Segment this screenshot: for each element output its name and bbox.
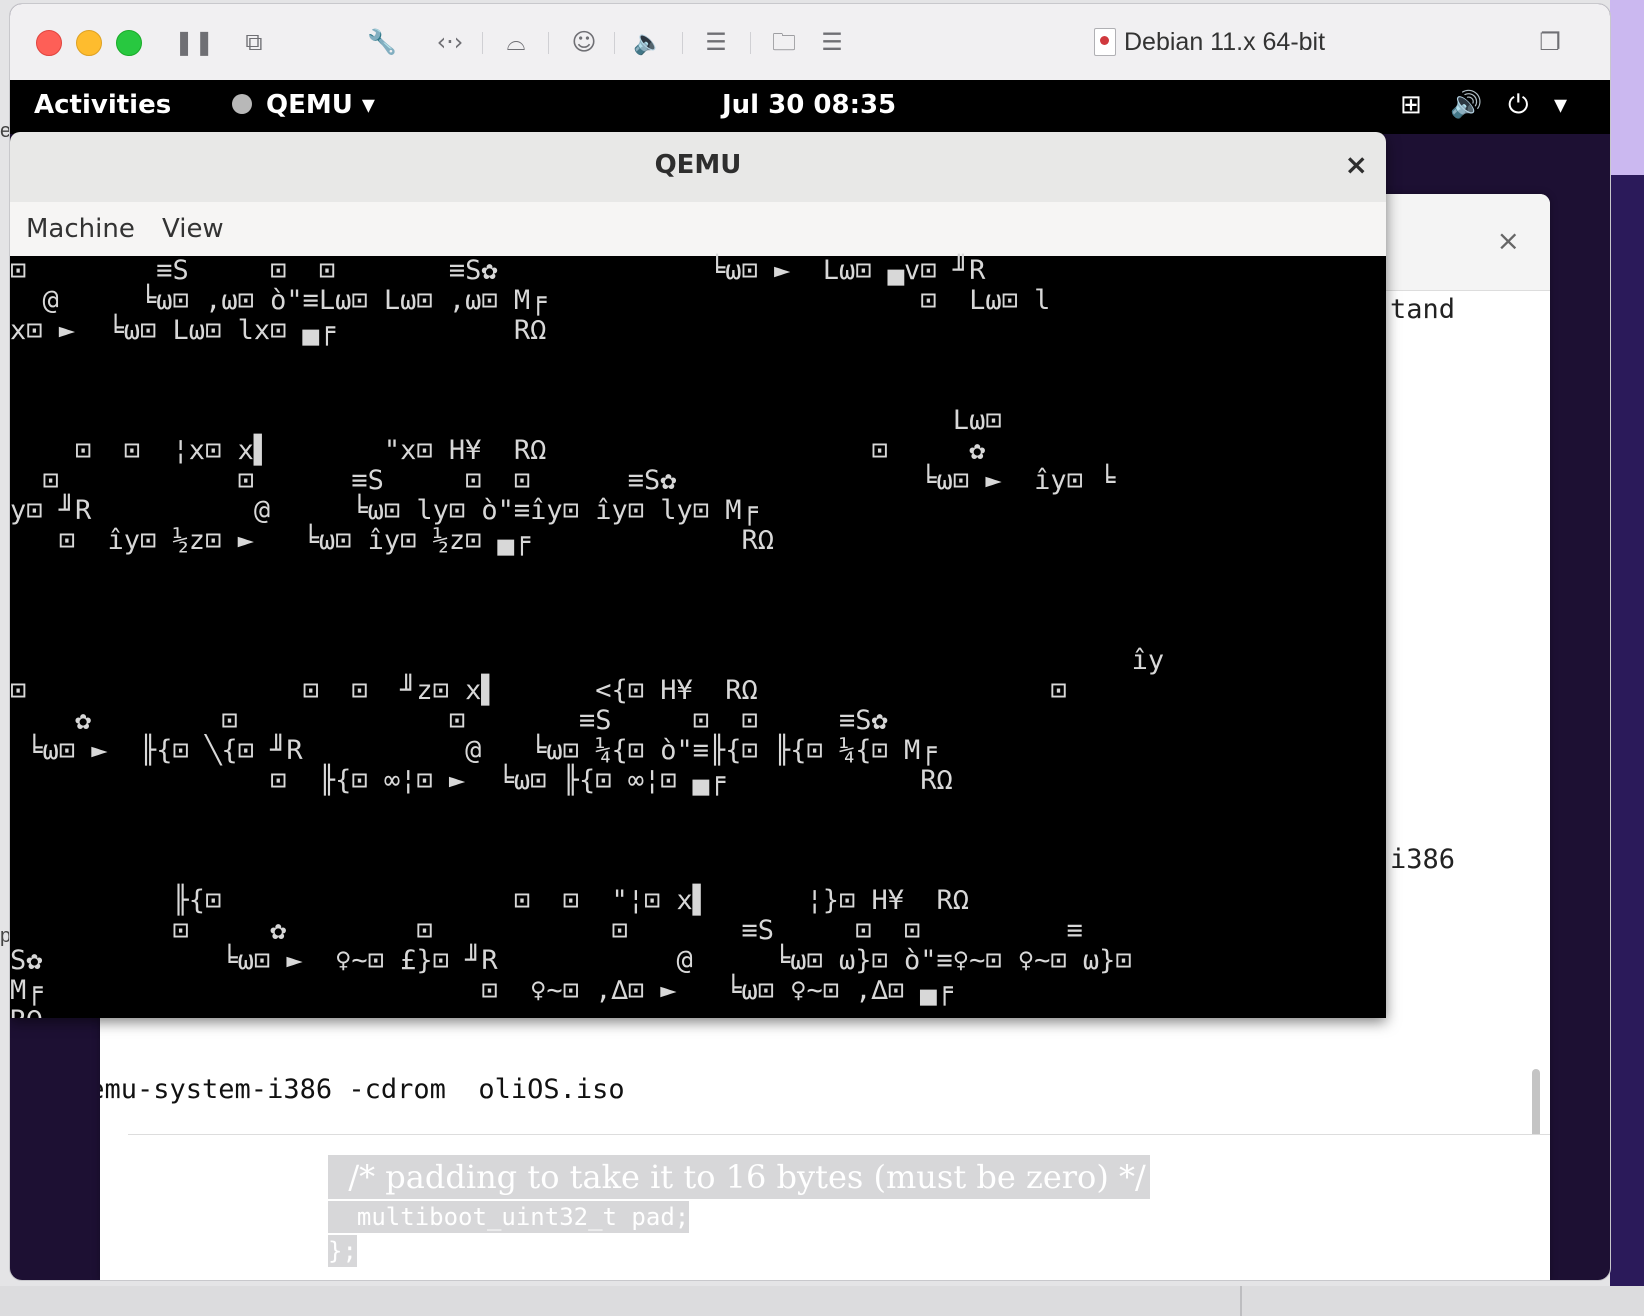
vmware-window: ❚❚ ⧉ 🔧 ‹·› ⌓ ☺ 🔈 ☰ 🗀 ☰ Debian 11.x 64-bi… (10, 4, 1610, 1280)
sound-icon[interactable]: 🔈 (632, 26, 664, 58)
code-line: }; (328, 1235, 357, 1267)
qemu-app-icon (232, 94, 252, 114)
toolbar-separator (482, 32, 483, 54)
host-desktop-bottom (0, 1286, 1644, 1316)
screen-row: ⊡ îy⊡ ½z⊡ ► ╘ω⊡ îy⊡ ½z⊡ ▄╒ RΩ (10, 525, 775, 556)
screen-row: @ ╘ω⊡ ,ω⊡ ò"≡Lω⊡ Lω⊡ ,ω⊡ M╒ ⊡ Lω⊡ l (10, 285, 1051, 316)
qemu-titlebar: QEMU × (10, 132, 1386, 203)
qemu-title: QEMU (654, 150, 742, 180)
vmware-titlebar: ❚❚ ⧉ 🔧 ‹·› ⌓ ☺ 🔈 ☰ 🗀 ☰ Debian 11.x 64-bi… (10, 4, 1610, 81)
host-left-edge-text-2: p (0, 925, 12, 947)
snapshot-icon[interactable]: ⧉ (238, 26, 270, 58)
terminal-command: qemu-system-i386 -cdrom oliOS.iso (100, 1074, 625, 1105)
menu-machine[interactable]: Machine (26, 214, 135, 244)
app-menu-label: QEMU (266, 90, 353, 120)
screen-row: Lω⊡ (10, 405, 1002, 436)
app-menu-button[interactable]: QEMU ▾ (232, 90, 375, 120)
close-icon[interactable]: × (1497, 224, 1520, 257)
toolbar-separator (682, 32, 683, 54)
document-view: /* padding to take it to 16 bytes (must … (128, 1134, 1550, 1280)
activities-button[interactable]: Activities (34, 90, 171, 120)
screen-row: ⊡ ╟{⊡ ∞¦⊡ ► ╘ω⊡ ╟{⊡ ∞¦⊡ ▄╒ RΩ (10, 765, 953, 796)
screen-row: ⊡ ⊡ ≡S ⊡ ⊡ ≡S✿ ╘ω⊡ ► îy⊡ ╘ (10, 465, 1116, 496)
storage-icon[interactable]: ☰ (816, 26, 848, 58)
editor-peek-text-2: i386 (1390, 844, 1456, 875)
vm-title: Debian 11.x 64-bit (1124, 28, 1326, 56)
usb-icon[interactable]: ☰ (700, 26, 732, 58)
screen-row: x⊡ ► ╘ω⊡ Lω⊡ lx⊡ ▄╒ RΩ (10, 315, 547, 346)
host-desktop-right-top (1610, 0, 1644, 175)
hard-disk-icon[interactable]: ⌓ (500, 26, 532, 58)
screen-row: ╘ω⊡ ► ╟{⊡ ╲{⊡ ╜R @ ╘ω⊡ ¼{⊡ ò"≡╟{⊡ ╟{⊡ ¼{… (10, 735, 937, 766)
qemu-vga-display[interactable]: ⊡ ≡S ⊡ ⊡ ≡S✿ ╘ω⊡ ► Lω⊡ ▄v⊡ ╜R @ ╘ω⊡ ,ω⊡ … (10, 256, 1386, 1018)
screen-row: M╒ ⊡ ♀~⊡ ,∆⊡ ► ╘ω⊡ ♀~⊡ ,∆⊡ ▄╒ (10, 975, 953, 1006)
pause-icon[interactable]: ❚❚ (174, 26, 214, 58)
network-arrows-icon[interactable]: ‹·› (434, 26, 466, 58)
screen-row: ⊡ ⊡ ⊡ ╜z⊡ x▌ <{⊡ H¥ RΩ ⊡ (10, 675, 1067, 706)
gnome-top-bar: Activities QEMU ▾ Jul 30 08:35 ⊞ 🔊 ⏻ ▾ (10, 80, 1610, 134)
shared-folder-icon[interactable]: 🗀 (768, 26, 800, 58)
host-left-edge-text: e (0, 120, 12, 142)
code-line: multiboot_uint32_t pad; (328, 1201, 690, 1233)
toolbar-separator (750, 32, 751, 54)
minimize-window-button[interactable] (76, 30, 102, 56)
toolbar-separator (548, 32, 549, 54)
volume-icon[interactable]: 🔊 (1450, 90, 1482, 120)
screen-row: ╟{⊡ ⊡ ⊡ "¦⊡ x▌ ¦}⊡ H¥ RΩ (10, 885, 970, 916)
screen-row: ⊡ ✿ ⊡ ⊡ ≡S ⊡ ⊡ ≡ (10, 915, 1083, 946)
clock[interactable]: Jul 30 08:35 (722, 90, 896, 120)
qemu-menubar: Machine View (10, 202, 1386, 257)
close-window-button[interactable] (36, 30, 62, 56)
screen-row: ⊡ ⊡ ¦x⊡ x▌ "x⊡ H¥ RΩ ⊡ ✿ (10, 435, 986, 466)
screen-row: RΩ (10, 1006, 43, 1019)
vm-document-icon (1094, 28, 1116, 56)
restore-window-icon[interactable]: ❐ (1534, 26, 1566, 58)
editor-peek-text: tand (1390, 294, 1456, 325)
screen-row: ⊡ ≡S ⊡ ⊡ ≡S✿ ╘ω⊡ ► Lω⊡ ▄v⊡ ╜R (10, 255, 986, 286)
system-menu-chevron-down-icon[interactable]: ▾ (1554, 90, 1567, 120)
host-desktop-right (1610, 0, 1644, 1316)
menu-view[interactable]: View (162, 214, 224, 244)
code-line: /* padding to take it to 16 bytes (must … (328, 1155, 1150, 1199)
toolbar-separator (614, 32, 615, 54)
user-account-icon[interactable]: ☺ (568, 26, 600, 58)
chevron-down-icon: ▾ (352, 90, 375, 120)
close-icon[interactable]: × (1345, 148, 1368, 181)
power-icon[interactable]: ⏻ (1508, 90, 1529, 121)
settings-wrench-icon[interactable]: 🔧 (366, 26, 398, 58)
screen-row: y⊡ ╜R @ ╘ω⊡ ly⊡ ò"≡îy⊡ îy⊡ ly⊡ M╒ (10, 495, 758, 526)
network-wired-icon[interactable]: ⊞ (1400, 90, 1422, 120)
host-divider (1240, 1286, 1242, 1316)
screen-row: îy (10, 645, 1165, 676)
screen-row: ✿ ⊡ ⊡ ≡S ⊡ ⊡ ≡S✿ (10, 705, 888, 736)
zoom-window-button[interactable] (116, 30, 142, 56)
screen-row: S✿ ╘ω⊡ ► ♀~⊡ £}⊡ ╜R @ ╘ω⊡ ω}⊡ ò"≡♀~⊡ ♀~⊡… (10, 945, 1132, 976)
qemu-window: QEMU × Machine View ⊡ ≡S ⊡ ⊡ ≡S✿ ╘ω⊡ ► L… (10, 132, 1386, 1018)
